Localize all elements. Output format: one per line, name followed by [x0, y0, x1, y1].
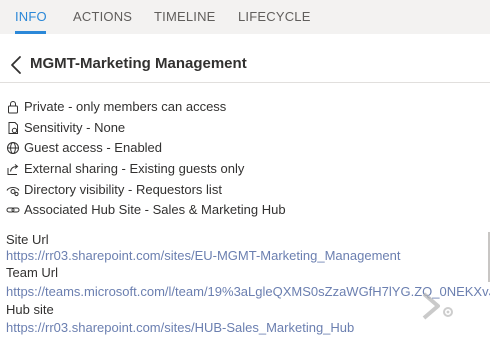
divider: [0, 82, 490, 83]
tab-lifecycle[interactable]: LIFECYCLE: [238, 9, 311, 24]
page-title: MGMT-Marketing Management: [30, 55, 247, 72]
sensitivity-text: Sensitivity - None: [24, 120, 126, 135]
team-url-label: Team Url: [6, 265, 59, 280]
external-sharing-text: External sharing - Existing guests only: [24, 161, 245, 176]
tab-timeline[interactable]: TIMELINE: [154, 9, 216, 24]
active-tab-indicator: [15, 31, 46, 34]
associated-hub-text: Associated Hub Site - Sales & Marketing …: [24, 202, 286, 217]
tab-info[interactable]: INFO: [15, 9, 47, 24]
sensitivity-label-icon: [8, 122, 18, 134]
back-button[interactable]: [8, 54, 24, 76]
group-header: MGMT-Marketing Management: [0, 52, 490, 78]
privacy-text: Private - only members can access: [24, 99, 227, 114]
tab-actions[interactable]: ACTIONS: [73, 9, 132, 24]
chevron-left-icon: [11, 56, 21, 74]
directory-visibility-text: Directory visibility - Requestors list: [24, 182, 222, 197]
site-url-label: Site Url: [6, 232, 49, 247]
globe-icon: [7, 142, 19, 154]
tab-bar: INFO ACTIONS TIMELINE LIFECYCLE: [0, 0, 490, 34]
link-chain-icon: [6, 207, 20, 213]
guest-access-text: Guest access - Enabled: [24, 140, 163, 155]
share-icon: [7, 164, 19, 175]
watermark-logo: [422, 292, 453, 320]
hub-site-label: Hub site: [6, 302, 54, 317]
visibility-icon: [6, 187, 20, 197]
hub-site-link[interactable]: https://rr03.sharepoint.com/sites/HUB-Sa…: [6, 320, 354, 336]
site-url-link[interactable]: https://rr03.sharepoint.com/sites/EU-MGM…: [6, 248, 400, 264]
lock-icon: [8, 101, 18, 114]
